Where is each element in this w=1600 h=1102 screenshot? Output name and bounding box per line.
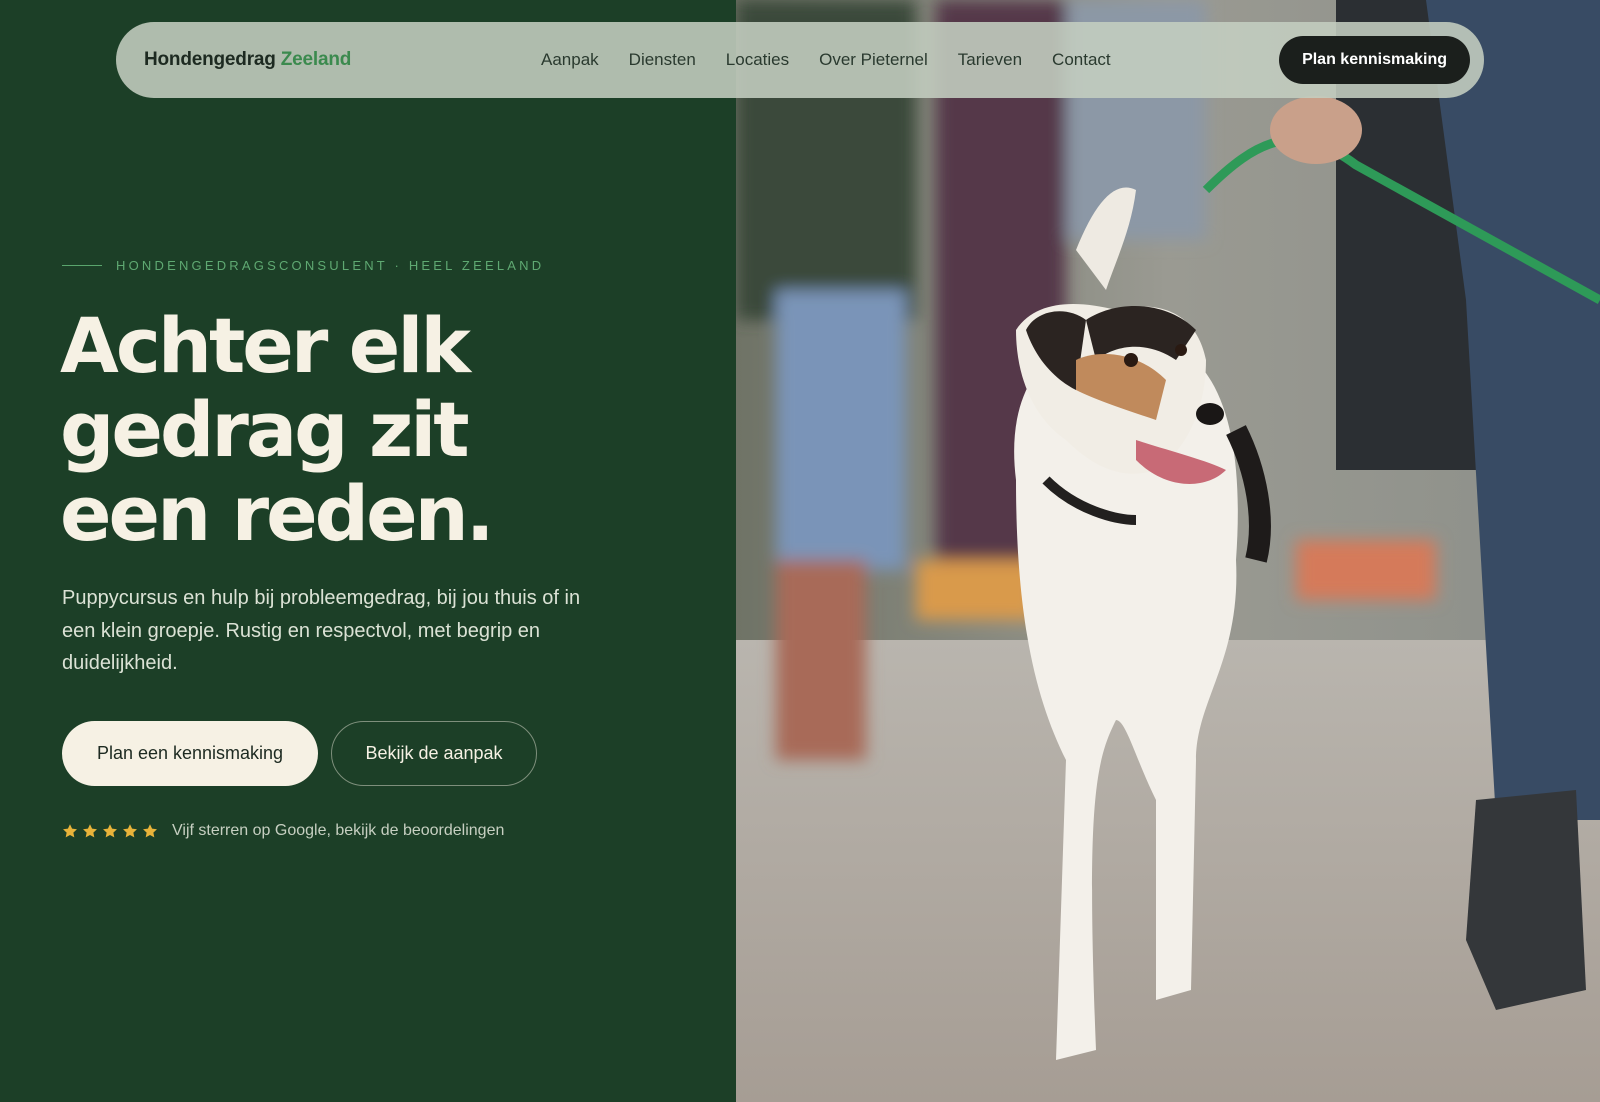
brand-name: Hondengedrag (144, 49, 276, 70)
bekijk-de-aanpak-button[interactable]: Bekijk de aanpak (331, 721, 537, 786)
headline-line-3: een reden. (60, 469, 495, 558)
eyebrow-divider (62, 265, 102, 266)
star-icon (83, 824, 97, 838)
top-navigation: Hondengedrag Zeeland Aanpak Diensten Loc… (116, 22, 1484, 98)
hero-eyebrow: HONDENGEDRAGSCONSULENT · HEEL ZEELAND (62, 258, 544, 273)
nav-link-contact[interactable]: Contact (1037, 50, 1126, 70)
dog-walking-photo (736, 0, 1600, 1102)
nav-links: Aanpak Diensten Locaties Over Pieternel … (526, 50, 1279, 70)
rating-text[interactable]: Vijf sterren op Google, bekijk de beoord… (172, 822, 504, 840)
star-icon (143, 824, 157, 838)
headline-line-1: Achter elk (60, 301, 471, 390)
nav-link-diensten[interactable]: Diensten (614, 50, 711, 70)
google-rating[interactable]: Vijf sterren op Google, bekijk de beoord… (62, 822, 504, 840)
nav-link-tarieven[interactable]: Tarieven (943, 50, 1037, 70)
nav-link-over-pieternel[interactable]: Over Pieternel (804, 50, 943, 70)
star-icon (103, 824, 117, 838)
headline-line-2: gedrag zit (60, 385, 470, 474)
nav-link-locaties[interactable]: Locaties (711, 50, 804, 70)
nav-link-aanpak[interactable]: Aanpak (526, 50, 614, 70)
hero-photo-dog-on-leash (736, 0, 1600, 1102)
hero-headline: Achter elk gedrag zit een reden. (60, 304, 620, 556)
plan-een-kennismaking-button[interactable]: Plan een kennismaking (62, 721, 318, 786)
brand-region: Zeeland (280, 49, 352, 70)
star-icon (123, 824, 137, 838)
rating-stars (62, 823, 158, 839)
nav-plan-kennismaking-button[interactable]: Plan kennismaking (1279, 36, 1470, 84)
eyebrow-text: HONDENGEDRAGSCONSULENT · HEEL ZEELAND (116, 258, 545, 273)
hero-lead-text: Puppycursus en hulp bij probleemgedrag, … (62, 587, 581, 674)
star-icon (63, 824, 77, 838)
brand-logo[interactable]: Hondengedrag Zeeland (144, 49, 526, 71)
